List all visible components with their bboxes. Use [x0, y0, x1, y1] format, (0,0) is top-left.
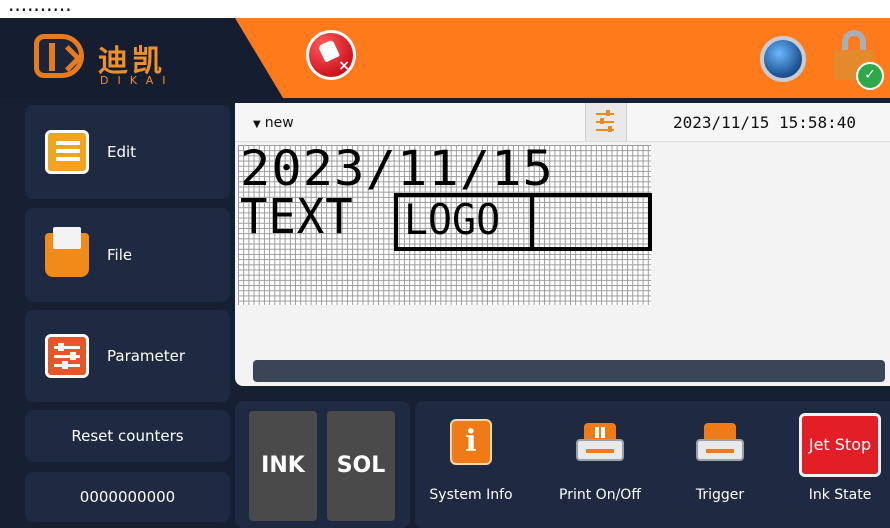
ink-state-label: Ink State	[808, 487, 872, 503]
folder-icon	[45, 227, 89, 277]
reset-counters-button[interactable]: Reset counters	[25, 410, 230, 462]
parameter-icon	[45, 334, 89, 378]
edit-icon	[45, 130, 89, 174]
horizontal-scrollbar[interactable]	[253, 360, 885, 382]
print-toggle-icon	[576, 423, 624, 463]
info-icon: i	[450, 419, 492, 465]
print-counter-value: 0000000000	[79, 488, 176, 506]
printer-ui: 迪凯 DIKAI × ✓ Edit File Parameter Reset c…	[0, 18, 890, 528]
document-selector[interactable]: ▼ new	[253, 115, 294, 131]
document-name: new	[264, 115, 294, 131]
editor-toolbar: ▼ new 2023/11/15 15:58:40	[235, 103, 890, 142]
sidebar-item-parameter[interactable]: Parameter	[25, 310, 230, 402]
trigger-button[interactable]: Trigger	[670, 401, 770, 528]
print-counter: 0000000000	[25, 472, 230, 522]
system-info-button[interactable]: i System Info	[421, 401, 521, 528]
logo-field[interactable]: LOGO	[394, 193, 652, 251]
ink-state: Ink State	[790, 401, 890, 528]
dot-matrix-canvas[interactable]: 2023/11/15 TEXT LOGO	[238, 141, 652, 305]
sidebar-item-file[interactable]: File	[25, 208, 230, 302]
ink-alarm-icon[interactable]: ×	[306, 30, 356, 80]
action-bar: i System Info Print On/Off Trigger Jet S…	[415, 401, 890, 528]
header-bar: 迪凯 DIKAI × ✓	[0, 18, 890, 98]
print-toggle-label: Print On/Off	[559, 487, 641, 503]
text-field[interactable]: TEXT	[240, 189, 354, 245]
current-datetime: 2023/11/15 15:58:40	[673, 113, 857, 132]
print-toggle-button[interactable]: Print On/Off	[545, 401, 655, 528]
message-editor: ▼ new 2023/11/15 15:58:40 2023/11/15 TEXT…	[235, 103, 890, 386]
sidebar-item-label: File	[107, 246, 133, 264]
ink-button[interactable]: INK	[249, 411, 317, 521]
logo-field-inner: LOGO	[398, 195, 534, 247]
layout-settings-button[interactable]	[585, 103, 627, 141]
sol-button[interactable]: SOL	[327, 411, 395, 521]
dropdown-caret-icon: ▼	[253, 119, 261, 130]
logo-field-text: LOGO	[404, 195, 501, 244]
system-info-label: System Info	[429, 487, 513, 503]
brand-logo: 迪凯 DIKAI	[34, 28, 204, 92]
ink-panel: INK SOL	[235, 401, 410, 528]
sidebar-item-label: Edit	[107, 143, 137, 161]
brand-name-en: DIKAI	[100, 74, 175, 87]
sidebar-item-label: Parameter	[107, 347, 186, 365]
reset-counters-label: Reset counters	[71, 427, 184, 445]
cropped-caption-text: ..........	[0, 0, 890, 18]
unlock-icon[interactable]: ✓	[832, 30, 884, 90]
network-globe-icon[interactable]	[760, 36, 806, 82]
dikai-logo-icon	[34, 34, 84, 78]
printer-icon	[696, 423, 744, 463]
sidebar-item-edit[interactable]: Edit	[25, 105, 230, 199]
trigger-label: Trigger	[695, 487, 745, 503]
